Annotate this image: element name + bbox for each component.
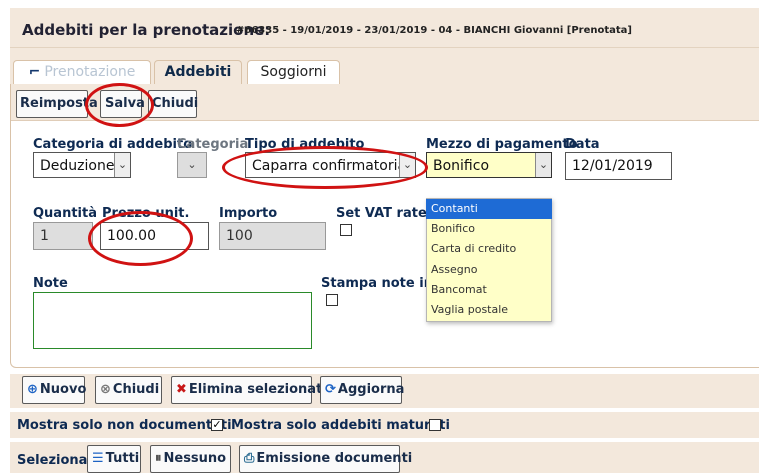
mezzo-pagamento-label: Mezzo di pagamento — [426, 137, 578, 152]
chiudi-form-button[interactable]: Chiudi — [148, 90, 198, 118]
tab-bar: ⌐ Prenotazione Addebiti Soggiorni — [10, 48, 759, 84]
chevron-down-icon: ⌄ — [114, 153, 130, 177]
maturati-label: Mostra solo addebiti maturati — [231, 418, 450, 433]
nessuno-button[interactable]: ⏸ Nessuno — [150, 445, 231, 473]
button-label: Aggiorna — [337, 382, 405, 397]
quantita-label: Quantità — [33, 206, 97, 221]
maturati-checkbox[interactable] — [429, 419, 441, 431]
emissione-documenti-button[interactable]: ⎙ Emissione documenti — [239, 445, 412, 473]
return-arrow-icon: ⌐ — [28, 64, 41, 80]
note-textarea[interactable] — [33, 292, 312, 349]
payment-option[interactable]: Contanti — [426, 199, 552, 220]
pause-bars-icon: ⏸ — [155, 451, 162, 466]
prezzo-unit-field[interactable]: 100.00 — [100, 222, 209, 250]
tipo-addebito-label: Tipo di addebito — [245, 137, 365, 152]
tab-label: Soggiorni — [260, 64, 327, 80]
tab-prenotazione[interactable]: ⌐ Prenotazione — [13, 60, 151, 84]
select-value: Caparra confirmatoria — [252, 158, 407, 174]
set-vat-rate-checkbox[interactable] — [340, 224, 352, 236]
list-icon: ☰ — [92, 451, 104, 466]
reimposta-button[interactable]: Reimposta — [16, 90, 98, 118]
select-value: Deduzione — [40, 158, 115, 174]
tab-label: Prenotazione — [44, 64, 136, 80]
non-documentati-checkbox[interactable]: ✓ — [211, 419, 223, 431]
note-label: Note — [33, 276, 68, 291]
chiudi-button[interactable]: ⊗ Chiudi — [95, 376, 162, 404]
chevron-down-icon: ⌄ — [178, 153, 206, 177]
aggiorna-button[interactable]: ⟳ Aggiorna — [320, 376, 405, 404]
button-label: Chiudi — [112, 382, 160, 397]
seleziona-label: Seleziona — [17, 453, 88, 468]
payment-option[interactable]: Bancomat — [426, 280, 552, 300]
prezzo-unit-label: Prezzo unit. — [102, 206, 190, 221]
payment-options-list: Contanti Bonifico Carta di credito Assegno B… — [426, 199, 552, 320]
page: Addebiti per la prenotazione: #66335 - 1… — [0, 0, 759, 473]
quantita-field[interactable]: 1 — [33, 222, 93, 250]
categoria-label: Categoria — [177, 137, 249, 152]
payment-option[interactable]: Carta di credito — [426, 239, 552, 259]
refresh-icon: ⟳ — [325, 382, 336, 397]
chevron-down-icon: ⌄ — [535, 153, 551, 177]
categoria-addebito-label: Categoria di addebito — [33, 137, 193, 152]
importo-field[interactable]: 100 — [219, 222, 326, 250]
plus-circle-icon: ⊕ — [27, 382, 38, 397]
payment-option[interactable]: Vaglia postale — [426, 300, 552, 320]
categoria-addebito-select[interactable]: Deduzione ⌄ — [33, 152, 131, 178]
categoria-select[interactable]: ⌄ — [177, 152, 207, 178]
button-label: Elimina selezionati — [188, 382, 327, 397]
booking-info: #66335 - 19/01/2019 - 23/01/2019 - 04 - … — [236, 25, 632, 36]
data-label: Data — [565, 137, 600, 152]
stampa-note-label: Stampa note in fattura — [321, 276, 426, 291]
printer-icon: ⎙ — [244, 451, 255, 466]
close-circle-icon: ⊗ — [100, 382, 111, 397]
tab-label: Addebiti — [164, 64, 232, 80]
button-label: Tutti — [105, 451, 140, 466]
payment-option[interactable]: Bonifico — [426, 219, 552, 239]
set-vat-rate-label: Set VAT rate — [336, 206, 427, 221]
tab-addebiti[interactable]: Addebiti — [154, 60, 242, 84]
nuovo-button[interactable]: ⊕ Nuovo — [22, 376, 87, 404]
delete-x-icon: ✖ — [176, 382, 187, 397]
tab-soggiorni[interactable]: Soggiorni — [247, 60, 340, 84]
chevron-down-icon: ⌄ — [399, 153, 415, 177]
non-documentati-label: Mostra solo non documentati — [17, 418, 232, 433]
dialog-header: Addebiti per la prenotazione: #66335 - 1… — [10, 8, 759, 48]
button-label: Nessuno — [163, 451, 227, 466]
elimina-selezionati-button[interactable]: ✖ Elimina selezionati — [171, 376, 327, 404]
page-title: Addebiti per la prenotazione: — [22, 21, 271, 39]
select-value: Bonifico — [433, 158, 490, 174]
tutti-button[interactable]: ☰ Tutti — [87, 445, 141, 473]
importo-label: Importo — [219, 206, 278, 221]
tipo-addebito-select[interactable]: Caparra confirmatoria ⌄ — [245, 152, 416, 178]
stampa-note-checkbox[interactable] — [326, 294, 338, 306]
payment-option[interactable]: Assegno — [426, 260, 552, 280]
salva-button[interactable]: Salva — [100, 90, 145, 118]
mezzo-pagamento-select[interactable]: Bonifico ⌄ — [426, 152, 552, 178]
button-label: Nuovo — [39, 382, 87, 397]
button-label: Emissione documenti — [256, 451, 413, 466]
data-field[interactable]: 12/01/2019 — [565, 152, 672, 180]
